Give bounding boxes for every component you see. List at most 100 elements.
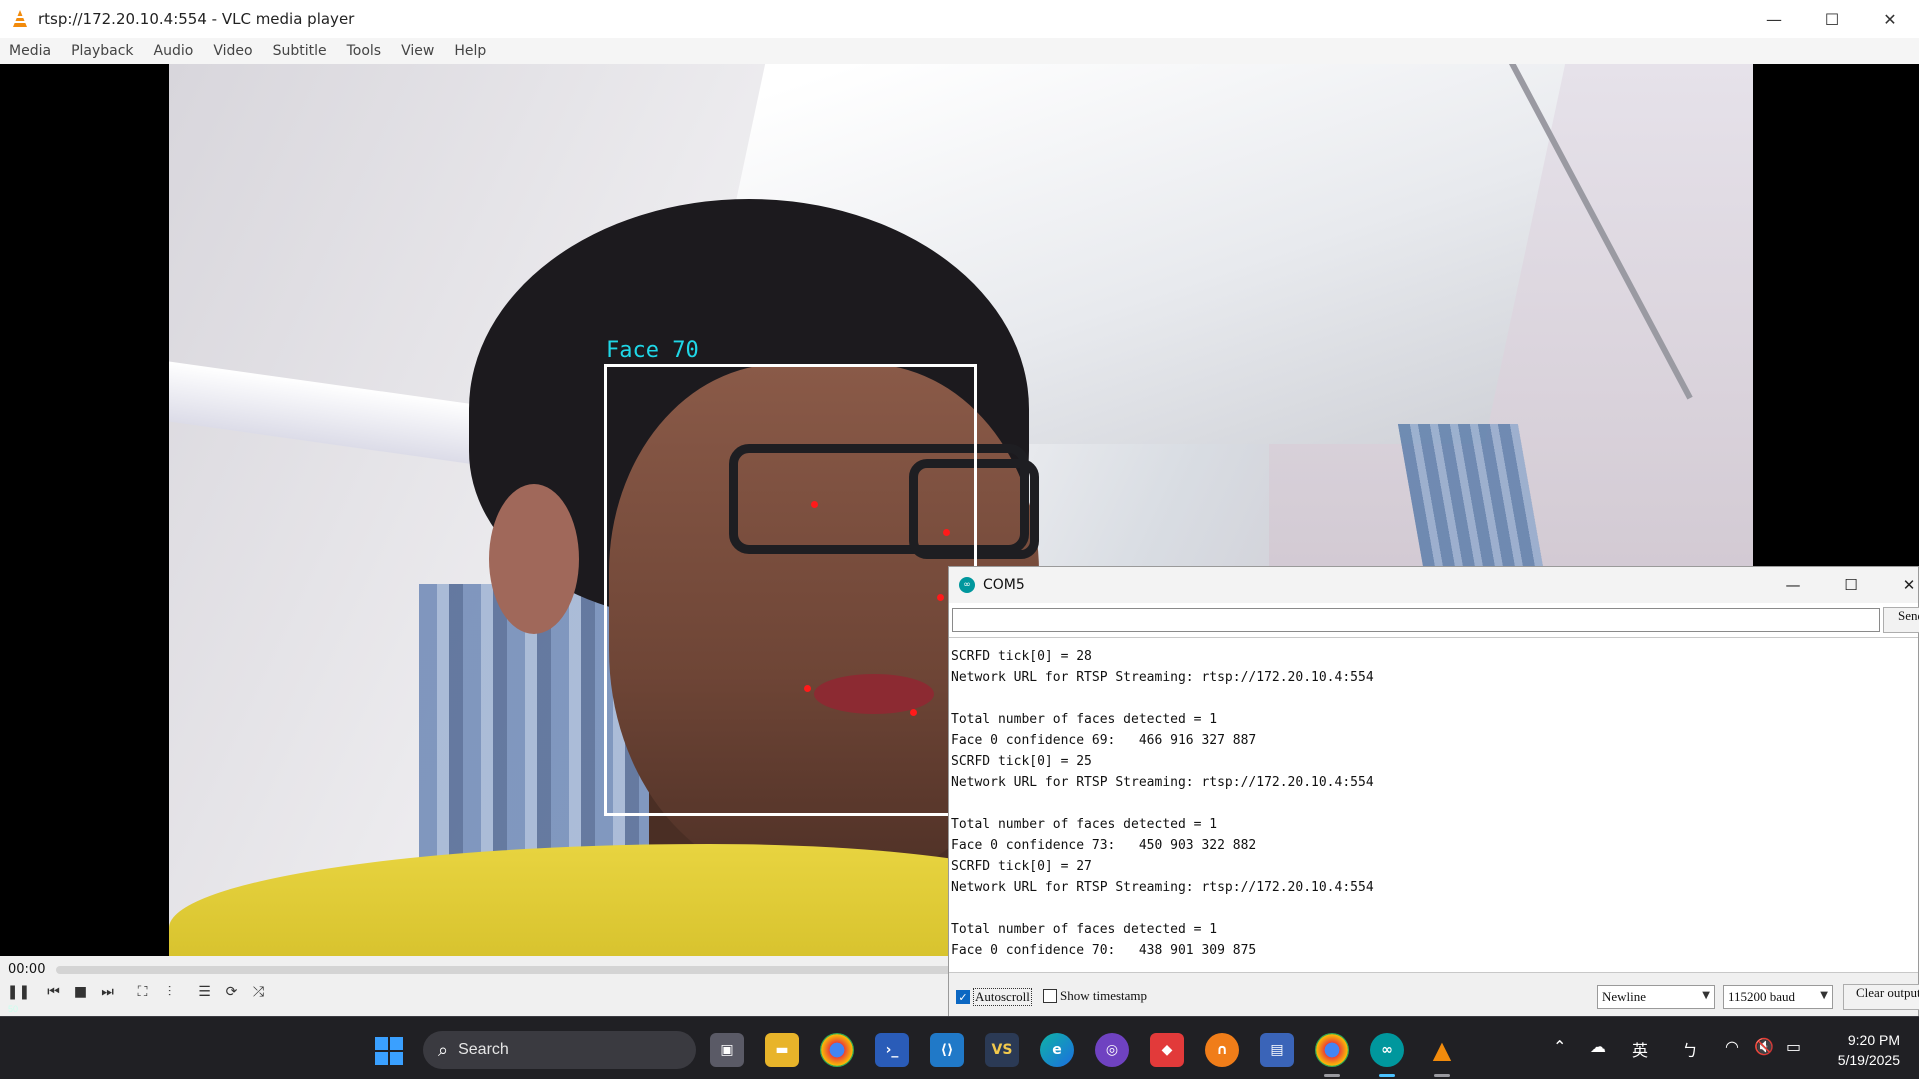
file-explorer-icon[interactable]: ▬ <box>765 1033 799 1067</box>
running-indicator <box>1434 1074 1450 1077</box>
taskbar-search[interactable]: ⌕ Search <box>423 1031 696 1069</box>
ime-indicator[interactable]: 英 <box>1632 1037 1648 1061</box>
vlc-icon[interactable]: ▲ <box>1425 1033 1459 1067</box>
menu-playback[interactable]: Playback <box>71 43 133 59</box>
serial-output-log[interactable]: SCRFD tick[0] = 28 Network URL for RTSP … <box>949 637 1918 973</box>
log-line: SCRFD tick[0] = 28 <box>951 649 1092 664</box>
vlc-menubar: Media Playback Audio Video Subtitle Tool… <box>0 38 1919 64</box>
github-desktop-icon[interactable]: ◎ <box>1095 1033 1129 1067</box>
serial-send-input[interactable] <box>952 608 1880 632</box>
playlist-icon[interactable]: ☰ <box>192 979 217 1004</box>
powershell-icon[interactable]: ›_ <box>875 1033 909 1067</box>
log-line: SCRFD tick[0] = 27 <box>951 859 1092 874</box>
arduino-icon: ∞ <box>959 577 975 593</box>
vlc-titlebar[interactable]: rtsp://172.20.10.4:554 - VLC media playe… <box>0 0 1919 38</box>
baud-rate-select[interactable]: 115200 baud ▼ <box>1723 985 1833 1009</box>
loop-icon[interactable]: ⟳ <box>219 979 244 1004</box>
speaker-muted-icon[interactable]: 🔇 <box>1754 1037 1774 1056</box>
menu-video[interactable]: Video <box>213 43 252 59</box>
chevron-down-icon: ▼ <box>1702 990 1710 1001</box>
menu-tools[interactable]: Tools <box>347 43 382 59</box>
running-indicator <box>1324 1074 1340 1077</box>
person-ear <box>489 484 579 634</box>
autoscroll-checkbox[interactable]: ✓ Autoscroll <box>956 988 1032 1006</box>
log-line: Network URL for RTSP Streaming: rtsp://1… <box>951 880 1374 895</box>
landmark-mouth-left <box>804 685 811 692</box>
log-line: Total number of faces detected = 1 <box>951 817 1218 832</box>
chrome-icon[interactable] <box>820 1033 854 1067</box>
log-line: Face 0 confidence 70: 438 901 309 875 <box>951 943 1257 958</box>
remote-desktop-icon[interactable]: ▤ <box>1260 1033 1294 1067</box>
menu-subtitle[interactable]: Subtitle <box>273 43 327 59</box>
serial-monitor-window: ∞ COM5 — ☐ ✕ Send SCRFD tick[0] = 28 Net… <box>948 566 1919 1017</box>
active-indicator <box>1379 1074 1395 1077</box>
chevron-up-icon[interactable]: ⌃ <box>1553 1037 1566 1056</box>
search-placeholder: Search <box>458 1041 509 1058</box>
vlc-window-title: rtsp://172.20.10.4:554 - VLC media playe… <box>38 10 355 28</box>
stop-icon[interactable]: ■ <box>68 979 93 1004</box>
clock-time: 9:20 PM <box>1847 1032 1900 1048</box>
person-shirt <box>169 844 1069 956</box>
line-ending-value: Newline <box>1602 989 1647 1004</box>
autoscroll-label: Autoscroll <box>973 988 1032 1006</box>
landmark-right-eye <box>943 529 950 536</box>
input-mode-icon[interactable]: ㄅ <box>1682 1037 1698 1061</box>
extended-settings-icon[interactable]: ⫶ <box>157 979 182 1004</box>
shuffle-icon[interactable]: ⤮ <box>246 979 271 1004</box>
maximize-button[interactable]: ☐ <box>1803 0 1861 38</box>
log-line: SCRFD tick[0] = 25 <box>951 754 1092 769</box>
close-button[interactable]: ✕ <box>1880 567 1919 603</box>
vscode-icon[interactable]: ⟨⟩ <box>930 1033 964 1067</box>
taskbar: ⌕ Search ▣ ▬ ›_ ⟨⟩ VS e ◎ ◆ ∩ ▤ ∞ ▲ ⌃ ☁ … <box>0 1016 1919 1079</box>
taskbar-clock[interactable]: 9:20 PM 5/19/2025 <box>1820 1030 1900 1070</box>
wifi-icon[interactable]: ◠ <box>1725 1037 1739 1056</box>
anydesk-icon[interactable]: ◆ <box>1150 1033 1184 1067</box>
windows-start-icon[interactable] <box>375 1037 403 1065</box>
log-line: Network URL for RTSP Streaming: rtsp://1… <box>951 775 1374 790</box>
checkmark-icon: ✓ <box>956 990 970 1004</box>
line-ending-select[interactable]: Newline ▼ <box>1597 985 1715 1009</box>
visual-studio-icon[interactable]: VS <box>985 1033 1019 1067</box>
search-icon: ⌕ <box>438 1039 449 1061</box>
onedrive-icon[interactable]: ☁ <box>1590 1037 1606 1056</box>
menu-help[interactable]: Help <box>454 43 486 59</box>
minimize-button[interactable]: — <box>1764 567 1822 603</box>
prev-icon[interactable]: ⏮ <box>41 979 66 1004</box>
send-button[interactable]: Send <box>1883 607 1919 633</box>
serial-monitor-titlebar[interactable]: ∞ COM5 — ☐ ✕ <box>949 567 1918 603</box>
face-bounding-box <box>604 364 977 816</box>
log-line: Face 0 confidence 73: 450 903 322 882 <box>951 838 1257 853</box>
checkbox-empty-icon <box>1043 989 1057 1003</box>
battery-icon[interactable]: ▭ <box>1786 1037 1801 1056</box>
next-icon[interactable]: ⏭ <box>95 979 120 1004</box>
scene-lamp <box>169 361 489 467</box>
show-timestamp-checkbox[interactable]: Show timestamp <box>1043 988 1147 1004</box>
arduino-icon[interactable]: ∞ <box>1370 1033 1404 1067</box>
face-detection-label: Face 70 <box>606 338 699 363</box>
vlc-cone-icon <box>13 10 27 27</box>
log-line: Total number of faces detected = 1 <box>951 922 1218 937</box>
clear-output-button[interactable]: Clear output <box>1843 984 1919 1010</box>
send-row: Send <box>949 605 1919 637</box>
menu-view[interactable]: View <box>401 43 434 59</box>
baud-rate-value: 115200 baud <box>1728 989 1796 1004</box>
minimize-button[interactable]: — <box>1745 0 1803 38</box>
menu-audio[interactable]: Audio <box>154 43 194 59</box>
maximize-button[interactable]: ☐ <box>1822 567 1880 603</box>
fullscreen-icon[interactable]: ⛶ <box>130 979 155 1004</box>
menu-media[interactable]: Media <box>9 43 51 59</box>
chrome-profile-icon[interactable] <box>1315 1033 1349 1067</box>
pause-icon[interactable]: ❚❚ <box>6 979 31 1004</box>
landmark-left-eye <box>811 501 818 508</box>
landmark-mouth-right <box>910 709 917 716</box>
elapsed-time: 00:00 <box>8 962 46 977</box>
log-line: Total number of faces detected = 1 <box>951 712 1218 727</box>
edge-icon[interactable]: e <box>1040 1033 1074 1067</box>
task-view-icon[interactable]: ▣ <box>710 1033 744 1067</box>
avast-vpn-icon[interactable]: ∩ <box>1205 1033 1239 1067</box>
close-button[interactable]: ✕ <box>1861 0 1919 38</box>
volume-readout: 50 <box>8 1004 19 1014</box>
